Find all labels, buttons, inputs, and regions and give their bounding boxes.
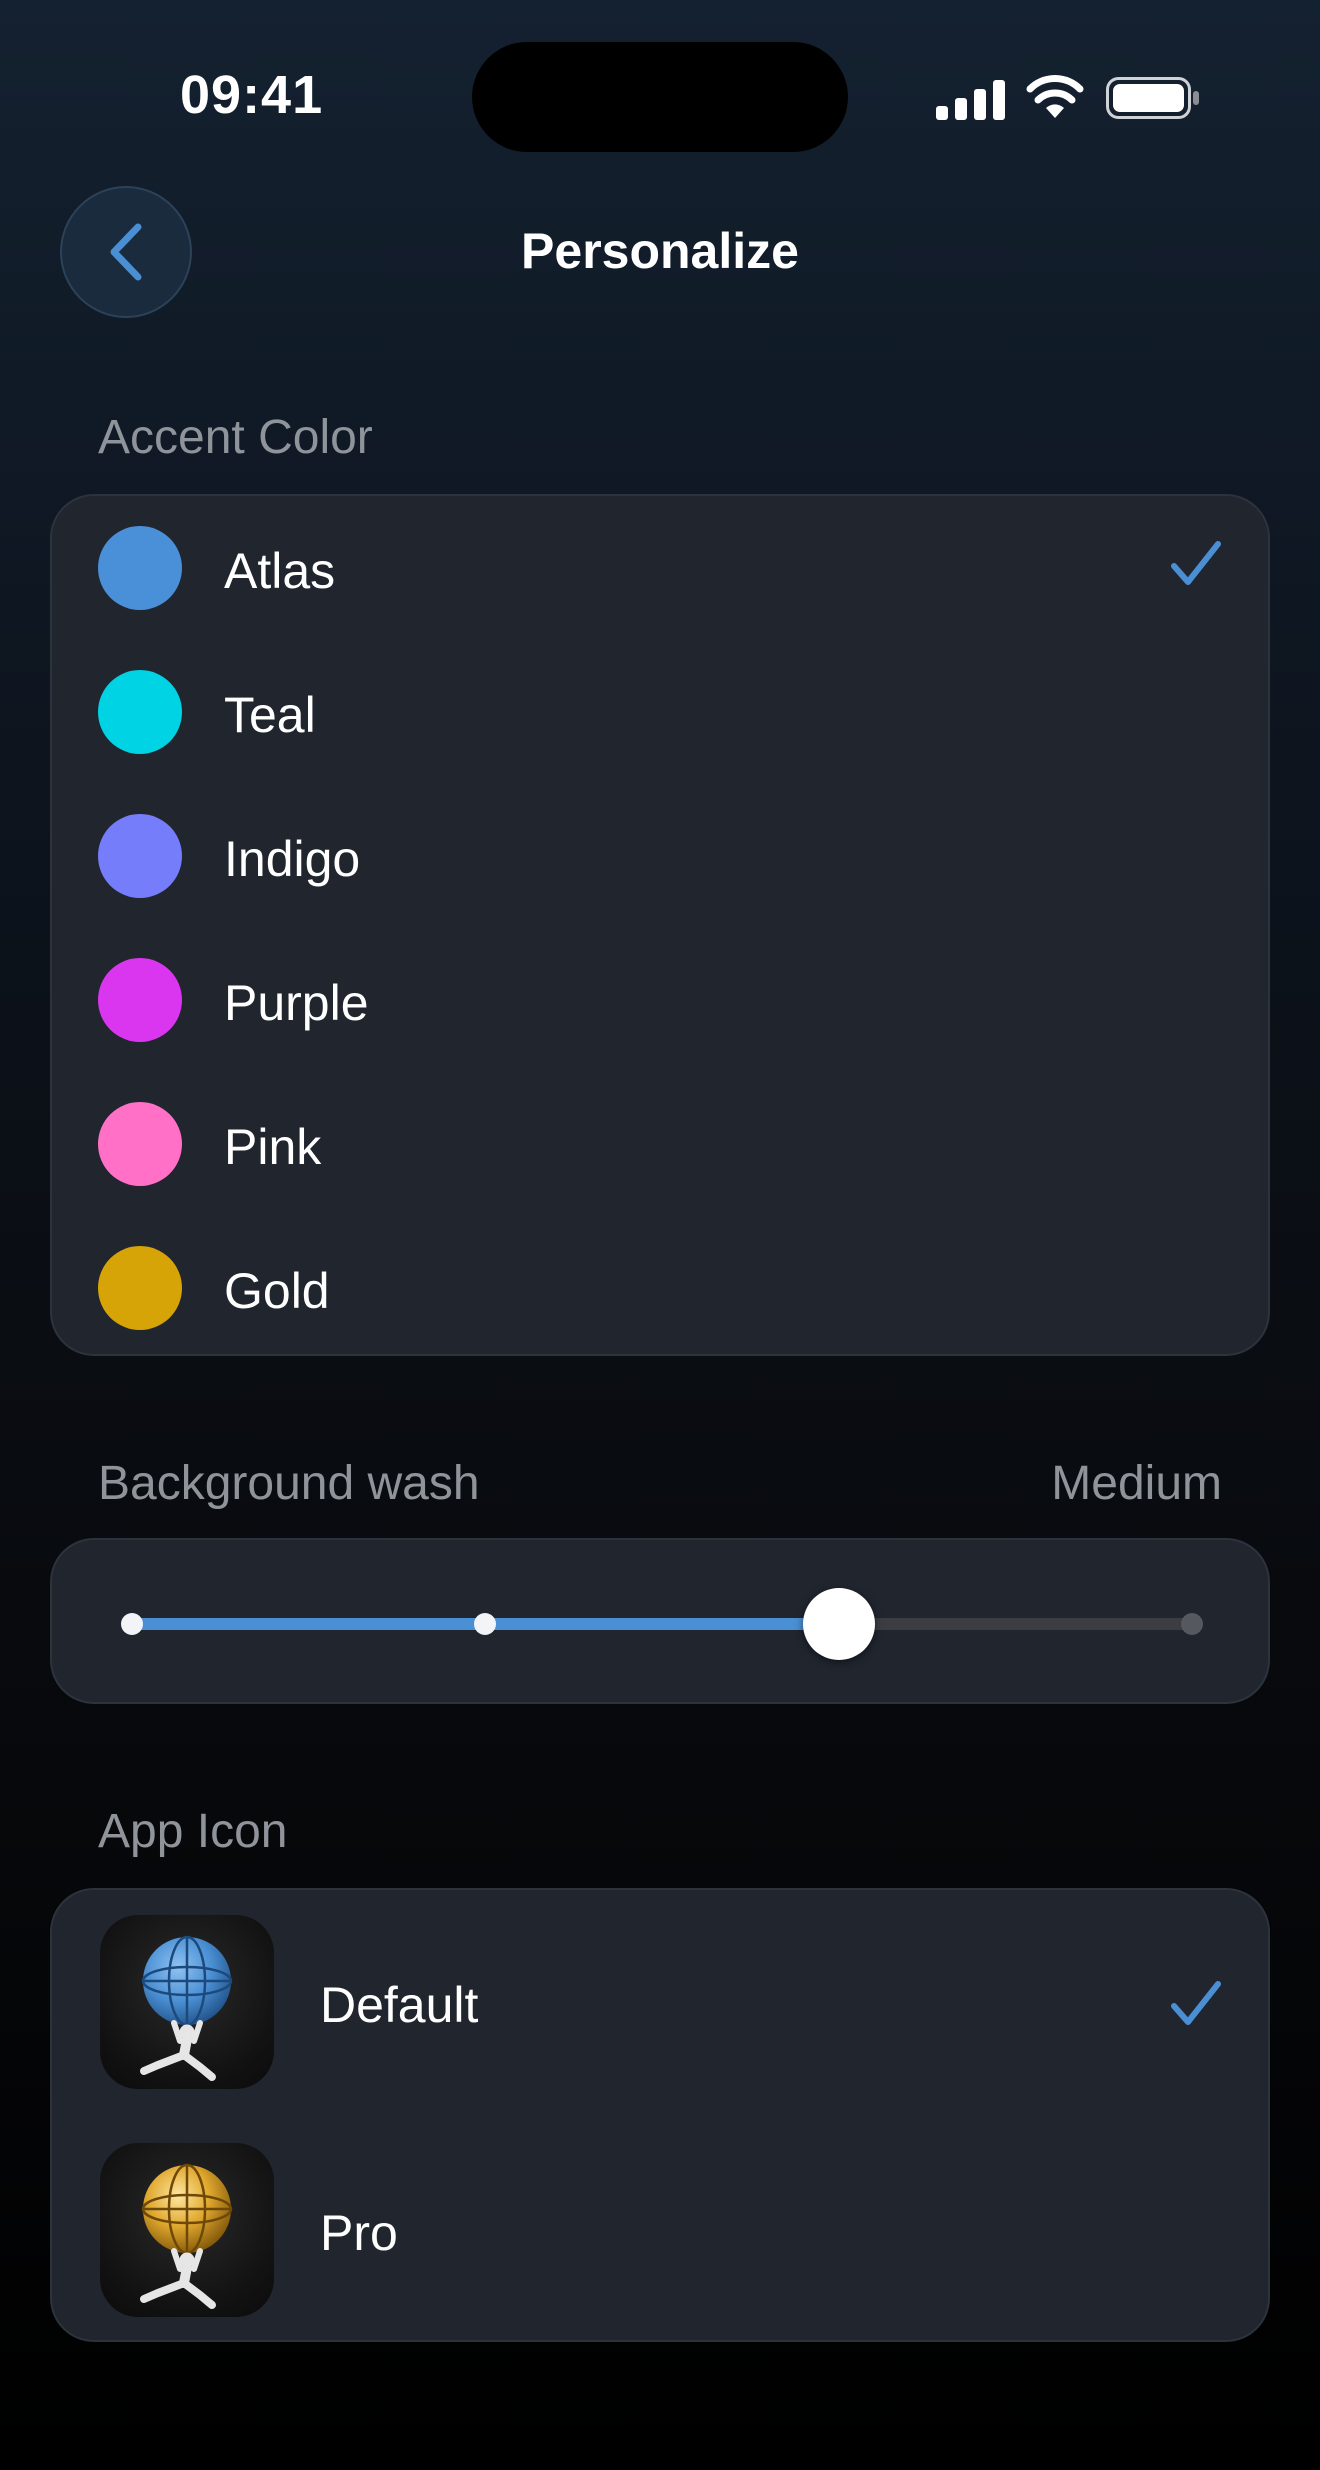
accent-option-label: Gold xyxy=(224,1263,330,1319)
page-title: Personalize xyxy=(521,223,799,279)
accent-option-label: Atlas xyxy=(224,543,336,599)
app-icon-option-pro[interactable]: Pro xyxy=(52,2118,1268,2346)
slider-tick xyxy=(474,1613,497,1635)
wifi-icon xyxy=(1026,74,1084,123)
atlas-globe-blue-icon xyxy=(140,1935,233,2081)
dynamic-island xyxy=(472,42,848,152)
app-icon-card: Default Pro xyxy=(50,1888,1270,2342)
checkmark-icon xyxy=(1171,1981,1221,2025)
color-swatch xyxy=(98,958,182,1042)
accent-option-pink[interactable]: Pink xyxy=(52,1074,1268,1214)
app-icon-label: Default xyxy=(320,1977,479,2033)
accent-color-section-label: Accent Color xyxy=(98,411,373,464)
status-time: 09:41 xyxy=(180,65,324,125)
accent-option-label: Indigo xyxy=(224,831,361,887)
battery-icon xyxy=(1106,77,1200,124)
slider-tick xyxy=(121,1613,143,1635)
color-swatch xyxy=(98,1246,182,1330)
app-icon-default-image xyxy=(100,1915,274,2089)
color-swatch xyxy=(98,1102,182,1186)
checkmark-icon xyxy=(1171,541,1221,585)
accent-option-label: Teal xyxy=(224,687,316,743)
color-swatch xyxy=(98,814,182,898)
accent-option-label: Purple xyxy=(224,975,369,1031)
background-wash-card xyxy=(50,1538,1270,1704)
accent-option-gold[interactable]: Gold xyxy=(52,1218,1268,1358)
accent-option-indigo[interactable]: Indigo xyxy=(52,786,1268,926)
accent-option-label: Pink xyxy=(224,1119,322,1175)
accent-option-teal[interactable]: Teal xyxy=(52,642,1268,782)
accent-option-purple[interactable]: Purple xyxy=(52,930,1268,1070)
app-icon-label: Pro xyxy=(320,2205,398,2261)
color-swatch xyxy=(98,526,182,610)
accent-option-atlas[interactable]: Atlas xyxy=(52,498,1268,638)
background-wash-value: Medium xyxy=(1051,1457,1222,1510)
cellular-signal-icon xyxy=(936,80,1006,125)
app-icon-section-label: App Icon xyxy=(98,1805,288,1858)
background-wash-label: Background wash xyxy=(98,1457,480,1510)
atlas-globe-gold-icon xyxy=(140,2163,233,2309)
app-icon-pro-image xyxy=(100,2143,274,2317)
slider-tick xyxy=(1181,1613,1203,1635)
app-icon-option-default[interactable]: Default xyxy=(52,1890,1268,2118)
slider-thumb[interactable] xyxy=(802,1588,875,1660)
background-wash-slider[interactable] xyxy=(52,1540,1268,1702)
accent-color-card: Atlas Teal Indigo Purple Pink Gold xyxy=(50,494,1270,1356)
color-swatch xyxy=(98,670,182,754)
